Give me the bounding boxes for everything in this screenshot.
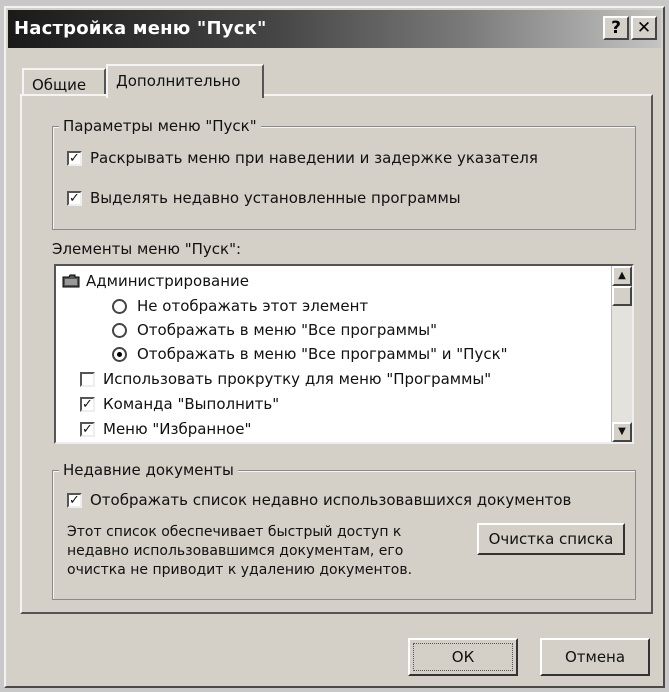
- start-menu-params-legend: Параметры меню "Пуск": [59, 117, 261, 135]
- open-on-hover-option[interactable]: ✓ Раскрывать меню при наведении и задерж…: [67, 149, 538, 167]
- scroll-thumb[interactable]: [612, 286, 632, 306]
- help-icon[interactable]: ?: [603, 16, 629, 40]
- favorites-menu-checkbox[interactable]: ✓: [80, 421, 95, 437]
- start-menu-items-list[interactable]: Администрирование Не отображать этот эле…: [54, 264, 634, 444]
- folder-icon: [62, 274, 80, 288]
- list-item-admin-tools[interactable]: Администрирование: [62, 272, 249, 290]
- scroll-programs-label: Использовать прокрутку для меню "Програм…: [103, 370, 492, 388]
- start-menu-params-group: Параметры меню "Пуск" ✓ Раскрывать меню …: [52, 117, 636, 230]
- list-item-radio-hide[interactable]: Не отображать этот элемент: [112, 297, 368, 315]
- recent-documents-group: Недавние документы ✓ Отображать список н…: [52, 461, 636, 600]
- scroll-programs-checkbox[interactable]: [80, 371, 95, 387]
- show-recent-docs-checkbox[interactable]: ✓: [67, 492, 82, 508]
- open-on-hover-checkbox[interactable]: ✓: [67, 150, 82, 166]
- run-command-label: Команда "Выполнить": [103, 395, 280, 413]
- list-item-run-command[interactable]: ✓ Команда "Выполнить": [80, 395, 279, 413]
- list-item-radio-all-and-start[interactable]: Отображать в меню "Все программы" и "Пус…: [112, 345, 508, 363]
- window-title: Настройка меню "Пуск": [14, 18, 267, 39]
- list-scrollbar[interactable]: ▲ ▼: [611, 266, 632, 442]
- list-item-scroll-programs[interactable]: Использовать прокрутку для меню "Програм…: [80, 370, 491, 388]
- advanced-tab-panel: Параметры меню "Пуск" ✓ Раскрывать меню …: [20, 94, 653, 614]
- show-recent-docs-option[interactable]: ✓ Отображать список недавно использовавш…: [67, 491, 571, 509]
- recent-documents-legend: Недавние документы: [59, 461, 238, 479]
- radio-all-and-start-label: Отображать в меню "Все программы" и "Пус…: [137, 345, 508, 363]
- customize-start-menu-dialog: Настройка меню "Пуск" ? ✕ Общие Дополнит…: [4, 6, 665, 688]
- radio-all-programs[interactable]: [112, 322, 127, 338]
- start-menu-items-label: Элементы меню "Пуск":: [52, 240, 242, 258]
- close-icon[interactable]: ✕: [631, 16, 657, 40]
- list-item-radio-all-programs[interactable]: Отображать в меню "Все программы": [112, 321, 437, 339]
- run-command-checkbox[interactable]: ✓: [80, 396, 95, 412]
- scroll-up-icon[interactable]: ▲: [612, 266, 632, 286]
- radio-hide[interactable]: [112, 298, 127, 314]
- highlight-new-programs-checkbox[interactable]: ✓: [67, 190, 82, 206]
- open-on-hover-label: Раскрывать меню при наведении и задержке…: [90, 149, 538, 167]
- clear-list-button[interactable]: Очистка списка: [477, 523, 625, 555]
- radio-hide-label: Не отображать этот элемент: [137, 297, 369, 315]
- scroll-down-icon[interactable]: ▼: [612, 422, 632, 442]
- recent-docs-description: Этот список обеспечивает быстрый доступ …: [67, 524, 413, 578]
- radio-all-and-start[interactable]: [112, 346, 127, 362]
- highlight-new-programs-label: Выделять недавно установленные программы: [90, 189, 461, 207]
- title-bar[interactable]: Настройка меню "Пуск" ? ✕: [8, 10, 661, 48]
- highlight-new-programs-option[interactable]: ✓ Выделять недавно установленные програм…: [67, 189, 461, 207]
- tab-general-label: Общие: [32, 76, 87, 94]
- favorites-menu-label: Меню "Избранное": [103, 420, 252, 438]
- list-item-favorites-menu[interactable]: ✓ Меню "Избранное": [80, 420, 251, 438]
- ok-button[interactable]: ОК: [408, 638, 518, 676]
- cancel-button[interactable]: Отмена: [540, 638, 650, 676]
- admin-tools-label: Администрирование: [86, 272, 250, 290]
- tab-general[interactable]: Общие: [22, 68, 106, 96]
- tab-advanced[interactable]: Дополнительно: [106, 64, 264, 98]
- tab-advanced-label: Дополнительно: [116, 72, 241, 90]
- radio-all-programs-label: Отображать в меню "Все программы": [137, 321, 437, 339]
- show-recent-docs-label: Отображать список недавно использовавших…: [90, 491, 572, 509]
